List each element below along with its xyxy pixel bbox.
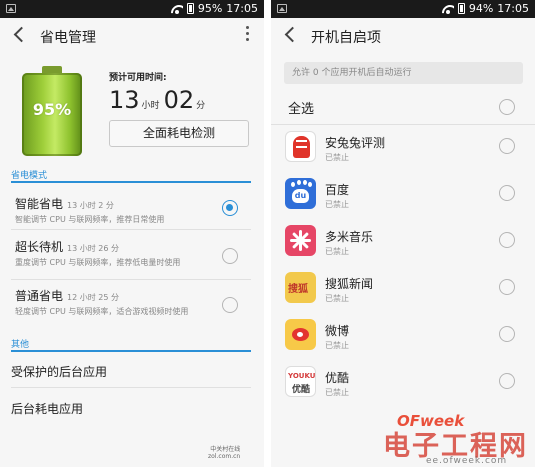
overflow-menu-button[interactable] — [246, 26, 250, 44]
mode-normal[interactable]: 普通省电 12 小时 25 分 轻度调节 CPU 与联网频率，适合游戏视频时使用 — [15, 285, 255, 317]
ofweek-watermark-url: ee.ofweek.com — [426, 456, 508, 466]
startup-apps-screen: 94% 17:05 开机自启项 允许 0 个应用开机后自动运行 全选 安兔兔评测… — [271, 0, 535, 467]
mode-duration: 13 小时 26 分 — [67, 244, 120, 253]
other-section-header: 其他 — [11, 340, 30, 350]
wifi-icon — [171, 4, 183, 14]
app-name: 百度 — [325, 183, 350, 197]
mode-ultra-standby[interactable]: 超长待机 13 小时 26 分 重度调节 CPU 与联网频率，推荐低电量时使用 — [15, 236, 255, 268]
app-status: 已禁止 — [325, 388, 349, 397]
battery-level-label: 95% — [32, 100, 72, 119]
image-notification-icon — [277, 4, 287, 13]
minutes-unit: 分 — [196, 101, 206, 111]
full-power-check-button[interactable]: 全面耗电检测 — [109, 120, 249, 147]
zol-watermark: 中关村在线 zol.com.cn — [208, 446, 241, 460]
battery-cap — [42, 66, 62, 73]
wifi-icon — [442, 4, 454, 14]
image-notification-icon — [6, 4, 16, 13]
chevron-left-icon — [13, 26, 30, 43]
mode-name: 超长待机 — [15, 240, 64, 254]
other-section-divider — [11, 350, 251, 352]
back-button[interactable] — [10, 25, 30, 45]
modes-section-divider — [11, 181, 251, 183]
app-toggle-radio[interactable] — [499, 326, 515, 342]
mode-description: 智能调节 CPU 与联网频率，推荐日常使用 — [15, 215, 165, 224]
app-status: 已禁止 — [325, 153, 349, 162]
background-power-apps-item[interactable]: 后台耗电应用 — [11, 400, 83, 417]
baidu-icon: du — [285, 178, 316, 209]
app-bar: 省电管理 — [0, 18, 264, 53]
app-row-weibo[interactable]: 微博 已禁止 — [271, 315, 535, 362]
mode-name: 普通省电 — [15, 289, 64, 303]
app-toggle-radio[interactable] — [499, 279, 515, 295]
weibo-icon — [285, 319, 316, 350]
mode-description: 重度调节 CPU 与联网频率，推荐低电量时使用 — [15, 258, 181, 267]
estimate-time: 13 小时 02 分 — [109, 86, 209, 114]
battery-percent: 95% — [197, 2, 223, 15]
mode-normal-radio[interactable] — [222, 297, 238, 313]
status-bar: 94% 17:05 — [271, 0, 535, 18]
clock: 17:05 — [497, 2, 529, 15]
modes-section-header: 省电模式 — [11, 171, 48, 181]
screenshot-root: 95% 17:05 省电管理 95% 预计可用时间: 13 小时 02 分 全面耗电检… — [0, 0, 535, 467]
battery-status-icon — [186, 3, 194, 14]
youku-icon: YOUKU 优酷 — [285, 366, 316, 397]
app-row-duomi[interactable]: 多米音乐 已禁止 — [271, 221, 535, 268]
app-toggle-radio[interactable] — [499, 373, 515, 389]
mode-ultra-standby-radio[interactable] — [222, 248, 238, 264]
app-bar: 开机自启项 — [271, 18, 535, 53]
sohu-news-icon: 搜狐 — [285, 272, 316, 303]
protected-apps-item[interactable]: 受保护的后台应用 — [11, 363, 107, 380]
mode-duration: 12 小时 25 分 — [67, 293, 120, 302]
app-name: 搜狐新闻 — [325, 277, 374, 291]
app-toggle-radio[interactable] — [499, 232, 515, 248]
chevron-left-icon — [284, 26, 301, 43]
row-divider — [11, 387, 251, 388]
estimate-label: 预计可用时间: — [109, 73, 167, 83]
app-name: 微博 — [325, 324, 350, 338]
app-row-youku[interactable]: YOUKU 优酷 优酷 已禁止 — [271, 362, 535, 409]
mode-smart[interactable]: 智能省电 13 小时 2 分 智能调节 CPU 与联网频率，推荐日常使用 — [15, 193, 255, 225]
antutu-icon — [285, 131, 316, 162]
app-row-sohu-news[interactable]: 搜狐 搜狐新闻 已禁止 — [271, 268, 535, 315]
app-status: 已禁止 — [325, 341, 349, 350]
app-name: 多米音乐 — [325, 230, 374, 244]
app-row-antutu[interactable]: 安兔兔评测 已禁止 — [271, 127, 535, 174]
power-saving-screen: 95% 17:05 省电管理 95% 预计可用时间: 13 小时 02 分 全面耗电检… — [0, 0, 264, 467]
app-name: 优酷 — [325, 371, 350, 385]
battery-percent: 94% — [468, 2, 494, 15]
estimate-hours: 13 — [109, 86, 140, 114]
estimate-minutes: 02 — [163, 86, 195, 114]
allow-count-banner: 允许 0 个应用开机后自动运行 — [284, 62, 523, 84]
status-bar: 95% 17:05 — [0, 0, 264, 18]
page-title: 开机自启项 — [311, 30, 381, 46]
select-all-radio[interactable] — [499, 99, 515, 115]
app-status: 已禁止 — [325, 200, 349, 209]
clock: 17:05 — [226, 2, 258, 15]
mode-duration: 13 小时 2 分 — [67, 201, 114, 210]
battery-status-icon — [457, 3, 465, 14]
app-status: 已禁止 — [325, 247, 349, 256]
mode-description: 轻度调节 CPU 与联网频率，适合游戏视频时使用 — [15, 307, 189, 316]
row-divider — [11, 279, 251, 280]
select-all-label[interactable]: 全选 — [288, 98, 314, 117]
screen-divider — [264, 0, 271, 467]
page-title: 省电管理 — [40, 30, 96, 46]
app-toggle-radio[interactable] — [499, 138, 515, 154]
battery-graphic: 95% — [22, 66, 82, 156]
hours-unit: 小时 — [141, 101, 160, 111]
app-row-baidu[interactable]: du 百度 已禁止 — [271, 174, 535, 221]
mode-smart-radio[interactable] — [222, 200, 238, 216]
app-status: 已禁止 — [325, 294, 349, 303]
row-divider — [11, 229, 251, 230]
duomi-icon — [285, 225, 316, 256]
back-button[interactable] — [281, 25, 301, 45]
app-name: 安兔兔评测 — [325, 136, 386, 150]
row-divider — [271, 124, 535, 125]
app-toggle-radio[interactable] — [499, 185, 515, 201]
mode-name: 智能省电 — [15, 197, 64, 211]
